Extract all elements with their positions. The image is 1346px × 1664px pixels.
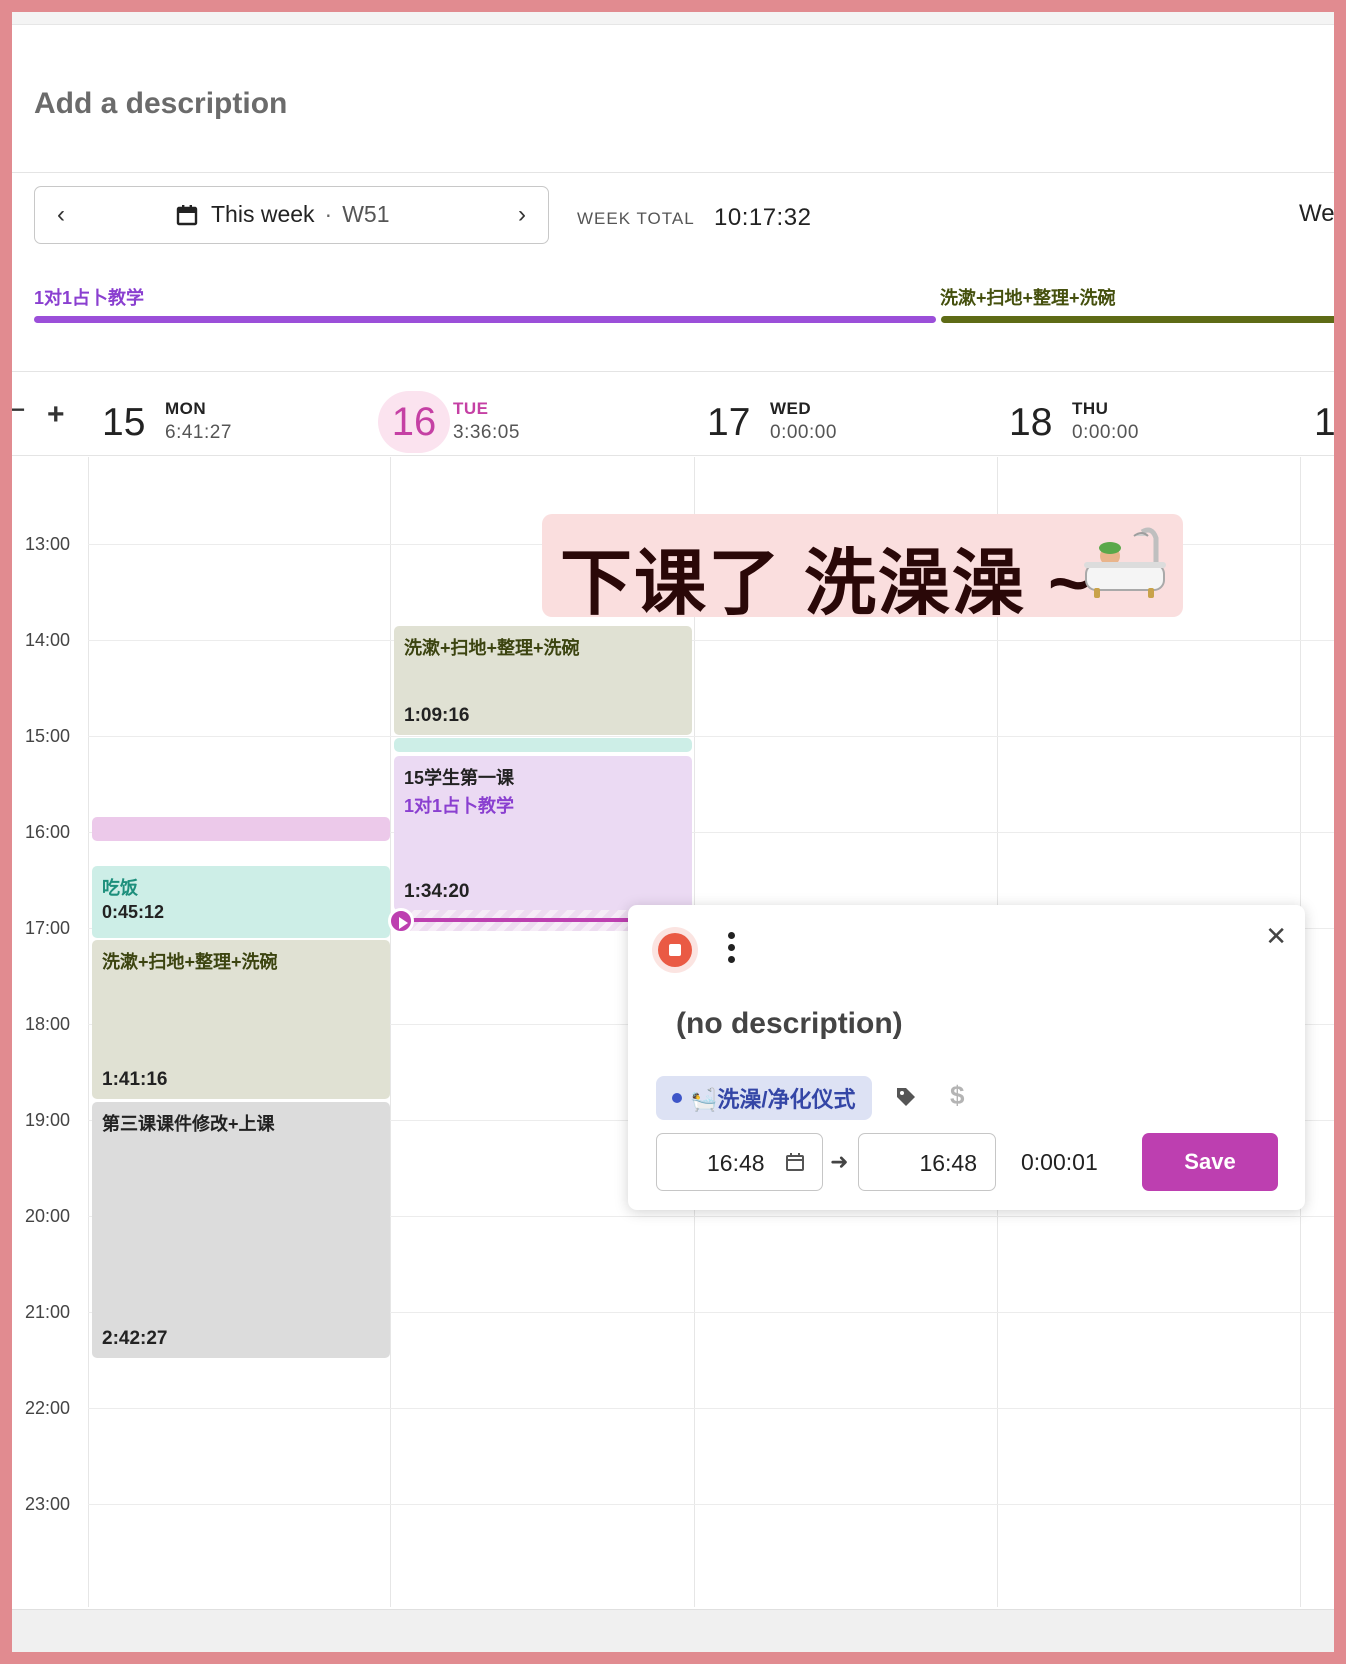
zoom-out-button[interactable]: −	[12, 393, 26, 427]
start-time: 16:48	[707, 1150, 765, 1176]
week-total-label: WEEK TOTAL	[577, 209, 695, 228]
description-input[interactable]: Add a description	[34, 87, 287, 121]
day-number-today: 16	[378, 391, 450, 453]
arrow-right-icon: ➜	[830, 1149, 849, 1174]
day-name: TUE	[453, 399, 489, 418]
overlay-banner: 下课了 洗澡澡 ~	[542, 514, 1183, 624]
entry-duration: 1:41:16	[102, 1069, 168, 1090]
week-label: This week	[211, 201, 315, 227]
entry-duration: 1:34:20	[404, 881, 470, 902]
end-time-field[interactable]: 16:48	[858, 1133, 996, 1191]
hour-label: 14:00	[25, 630, 71, 650]
entry-project: 1对1占卜教学	[404, 796, 515, 816]
save-button[interactable]: Save	[1142, 1133, 1278, 1191]
calendar-icon[interactable]	[785, 1152, 805, 1172]
stop-icon	[658, 933, 692, 967]
hour-line	[88, 640, 1334, 641]
column-divider	[390, 457, 391, 1607]
day-total: 3:36:05	[453, 422, 520, 443]
start-time-field[interactable]: 16:48	[656, 1133, 823, 1191]
hour-label: 21:00	[25, 1302, 71, 1322]
more-options-icon[interactable]	[723, 930, 739, 966]
project-pill[interactable]: 🛀洗澡/净化仪式	[656, 1076, 872, 1120]
day-total: 0:00:00	[1072, 422, 1139, 443]
day-number: 18	[1009, 401, 1053, 444]
hour-label: 16:00	[25, 822, 71, 842]
entry-duration[interactable]: 0:00:01	[1021, 1149, 1098, 1176]
hour-label: 19:00	[25, 1110, 71, 1130]
time-entry[interactable]: 洗漱+扫地+整理+洗碗 1:41:16	[92, 940, 390, 1099]
play-icon[interactable]	[388, 908, 414, 934]
hour-label: 17:00	[25, 918, 71, 938]
billable-icon[interactable]: $	[950, 1080, 964, 1111]
week-total-value: 10:17:32	[714, 204, 812, 231]
day-number: 15	[102, 401, 146, 444]
column-divider	[88, 457, 89, 1607]
week-selector[interactable]: This week · W51	[175, 201, 390, 228]
stop-button[interactable]	[652, 927, 698, 973]
project-color-dot	[672, 1093, 682, 1103]
chevron-left-icon[interactable]: ‹	[57, 201, 65, 229]
hour-label: 18:00	[25, 1014, 71, 1034]
hour-label: 22:00	[25, 1398, 71, 1418]
time-entry[interactable]: 第三课课件修改+上课 2:42:27	[92, 1102, 390, 1358]
bathtub-icon	[1084, 527, 1166, 598]
close-icon[interactable]: ✕	[1265, 921, 1287, 952]
entry-title: 第三课课件修改+上课	[102, 1114, 275, 1134]
entry-edit-popup: ✕ (no description) 🛀洗澡/净化仪式 $ 16:48 ➜ 16…	[628, 905, 1305, 1210]
end-time: 16:48	[919, 1150, 977, 1176]
hour-label: 20:00	[25, 1206, 71, 1226]
chevron-right-icon[interactable]: ›	[518, 201, 526, 229]
day-name: WED	[770, 399, 812, 418]
bottom-bar	[12, 1609, 1334, 1652]
hour-line	[88, 1504, 1334, 1505]
time-entry-short[interactable]	[394, 738, 692, 752]
hour-label: 15:00	[25, 726, 71, 746]
week-separator: ·	[324, 201, 333, 227]
banner-text: 下课了 洗澡澡 ~	[560, 544, 1093, 624]
day-number: 17	[707, 401, 751, 444]
project-summary-bar	[941, 316, 1334, 323]
app-frame: Add a description ‹ This week · W51 › WE…	[12, 12, 1334, 1652]
description-row[interactable]: Add a description	[12, 25, 1334, 173]
time-entry-short[interactable]	[92, 817, 390, 841]
zoom-in-button[interactable]: +	[47, 398, 65, 432]
day-name: MON	[165, 399, 207, 418]
top-strip	[12, 12, 1334, 25]
hour-line	[88, 1408, 1334, 1409]
hour-label: 13:00	[25, 534, 71, 554]
entry-title: 洗漱+扫地+整理+洗碗	[102, 952, 278, 972]
entry-description[interactable]: (no description)	[676, 1007, 903, 1041]
week-picker: ‹ This week · W51 ›	[34, 186, 549, 244]
project-summary-label: 洗漱+扫地+整理+洗碗	[940, 288, 1116, 308]
project-name: 🛀洗澡/净化仪式	[690, 1087, 856, 1112]
hour-line	[88, 736, 1334, 737]
project-summary-label: 1对1占卜教学	[34, 288, 145, 308]
day-total: 6:41:27	[165, 422, 232, 443]
week-number: W51	[342, 201, 390, 227]
time-entry[interactable]: 洗漱+扫地+整理+洗碗 1:09:16	[394, 626, 692, 735]
entry-duration: 0:45:12	[102, 902, 165, 922]
day-name: THU	[1072, 399, 1109, 418]
entry-title: 15学生第一课	[404, 768, 515, 788]
entry-duration: 1:09:16	[404, 705, 470, 726]
calendar-icon	[176, 204, 198, 225]
tag-icon[interactable]	[894, 1085, 918, 1109]
current-time-line	[406, 918, 630, 922]
entry-title: 吃饭	[102, 878, 138, 898]
entry-title: 洗漱+扫地+整理+洗碗	[404, 638, 580, 658]
time-entry[interactable]: 15学生第一课 1对1占卜教学 1:34:20	[394, 756, 692, 911]
day-total: 0:00:00	[770, 422, 837, 443]
hour-label: 23:00	[25, 1494, 71, 1514]
weekly-view-label[interactable]: We	[1299, 200, 1334, 228]
entry-duration: 2:42:27	[102, 1328, 168, 1349]
day-number: 1	[1314, 401, 1334, 444]
project-summary-bar	[34, 316, 936, 323]
time-entry[interactable]: 吃饭 0:45:12	[92, 866, 390, 938]
